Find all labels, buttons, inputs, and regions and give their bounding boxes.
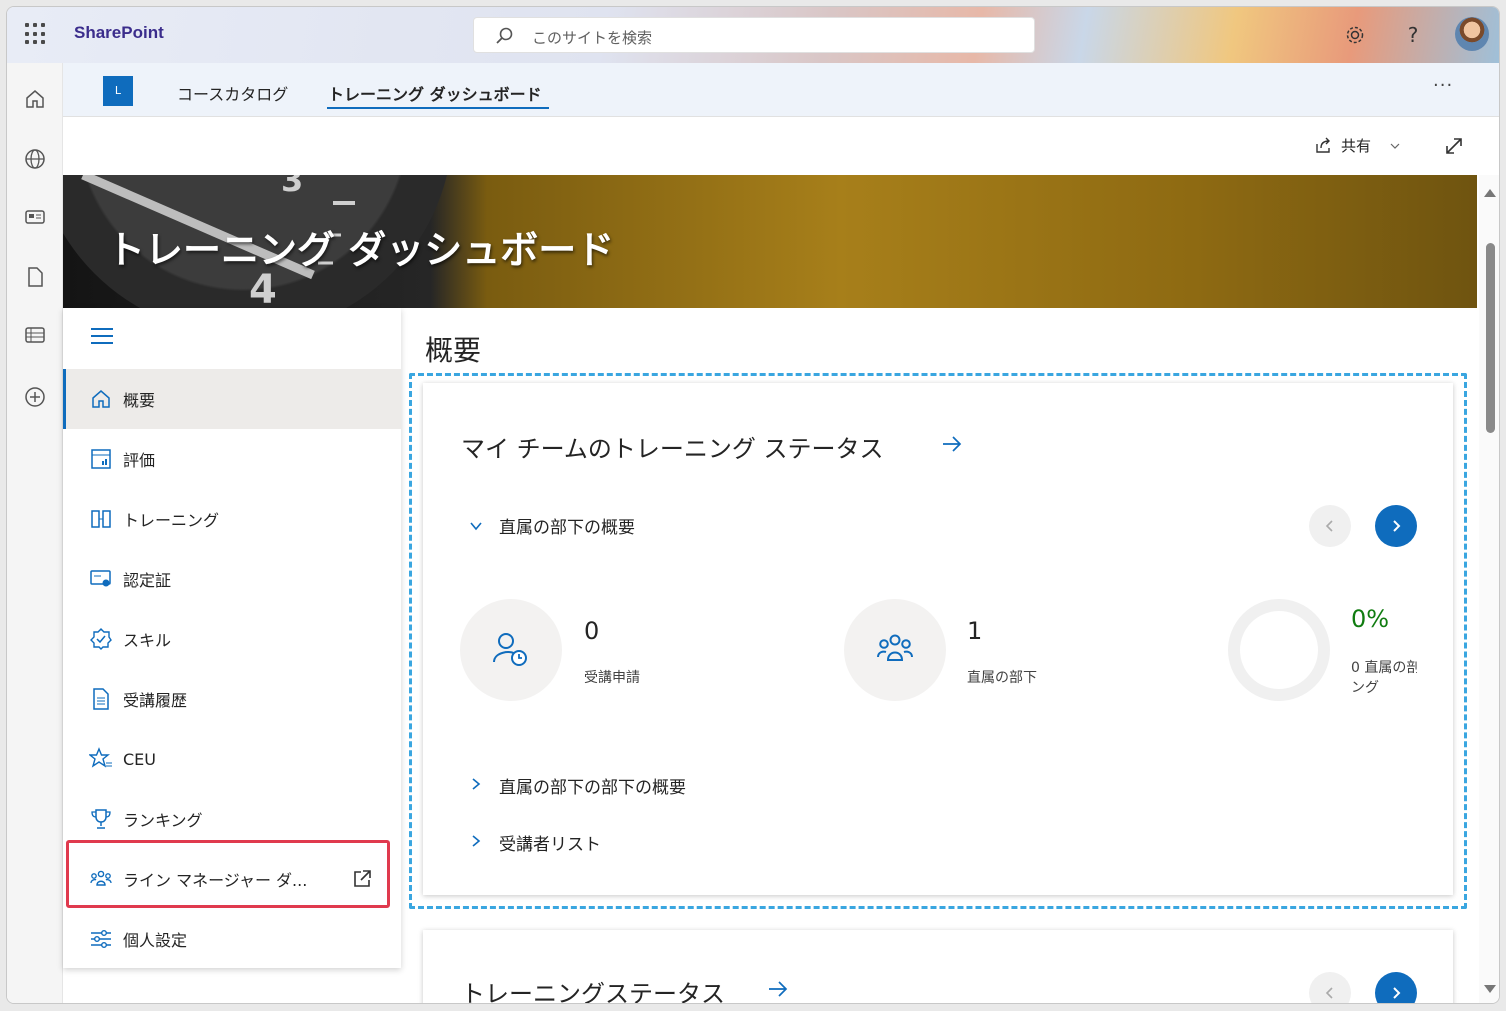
nav-item-ceu[interactable]: CEU (63, 729, 401, 789)
stat-value-enrollment-requests: 0 (584, 617, 600, 645)
chevron-left-icon (1325, 987, 1333, 999)
scroll-thumb[interactable] (1486, 243, 1495, 433)
active-tab-indicator (327, 107, 549, 109)
section-header-direct-reports[interactable]: 直属の部下の概要 (499, 513, 635, 538)
nav-item-label: 認定証 (123, 571, 172, 590)
team-training-status-card: マイ チームのトレーニング ステータス 直属の部下の概要 0 受講申請 1 直属… (423, 383, 1453, 895)
page-banner: 4 3 トレーニング ダッシュボード (63, 175, 1477, 308)
vertical-scrollbar[interactable] (1479, 175, 1499, 1003)
app-rail (7, 63, 63, 1003)
next-button[interactable] (1375, 972, 1417, 1003)
settings-icon[interactable] (1341, 21, 1369, 49)
search-icon (496, 27, 513, 44)
settings-sliders-icon (91, 930, 111, 948)
list-icon[interactable] (23, 323, 47, 347)
nav-item-label: 概要 (123, 391, 156, 410)
search-box[interactable]: このサイトを検索 (473, 17, 1035, 53)
card-title[interactable]: マイ チームのトレーニング ステータス (461, 429, 884, 464)
certificate-icon (90, 570, 111, 587)
chevron-down-icon[interactable] (469, 519, 483, 533)
trophy-icon (91, 809, 111, 829)
scroll-down-arrow[interactable] (1484, 985, 1496, 993)
person-clock-icon (493, 633, 527, 666)
share-button[interactable]: 共有 (1313, 135, 1401, 156)
skill-badge-icon (90, 628, 112, 650)
globe-icon[interactable] (23, 147, 47, 171)
highlight-annotation-red (66, 840, 390, 908)
hub-link-course-catalog[interactable]: コースカタログ (177, 81, 288, 105)
card-title[interactable]: トレーニングステータス (461, 974, 725, 1003)
svg-text:3: 3 (281, 175, 303, 199)
chevron-left-icon (1325, 520, 1333, 532)
share-label: 共有 (1341, 137, 1372, 155)
nav-item-history[interactable]: 受講履歴 (63, 669, 401, 729)
nav-item-label: CEU (123, 749, 156, 769)
nav-item-label: 評価 (123, 451, 156, 470)
app-launcher-icon[interactable] (25, 23, 47, 45)
nav-item-assessment[interactable]: 評価 (63, 429, 401, 489)
stat-label-direct-reports: 直属の部下 (967, 670, 1037, 686)
progress-ring (1228, 599, 1330, 701)
expand-icon[interactable] (1443, 135, 1465, 157)
chevron-right-icon[interactable] (469, 834, 483, 848)
nav-item-skills[interactable]: スキル (63, 609, 401, 669)
nav-item-certificates[interactable]: 認定証 (63, 549, 401, 609)
hamburger-menu-icon[interactable] (91, 328, 113, 344)
section-header-learner-list[interactable]: 受講者リスト (499, 830, 601, 855)
app-name[interactable]: SharePoint (74, 23, 164, 43)
stat-value-direct-reports: 1 (967, 617, 983, 645)
star-list-icon (89, 747, 112, 768)
nav-item-label: 受講履歴 (123, 691, 188, 710)
history-document-icon (93, 688, 109, 710)
chevron-down-icon (1390, 143, 1400, 149)
site-logo[interactable]: L (103, 76, 133, 106)
stat-icon-circle (844, 599, 946, 701)
document-icon[interactable] (23, 265, 47, 289)
previous-button[interactable] (1309, 505, 1351, 547)
stat-label-training-line2: ング (1351, 680, 1379, 696)
add-circle-icon[interactable] (23, 385, 47, 409)
nav-item-label: トレーニング (123, 511, 220, 530)
people-team-icon (877, 634, 913, 661)
chevron-right-icon (1393, 987, 1401, 999)
stat-label-training-line1: 0 直属の剖 (1351, 660, 1417, 676)
nav-item-label: スキル (123, 631, 172, 650)
browser-frame: SharePoint このサイトを検索 ? L コースカタログ トレーニング ダ… (6, 6, 1500, 1004)
hub-navigation: L コースカタログ トレーニング ダッシュボード ··· (63, 63, 1499, 117)
book-icon (91, 510, 111, 528)
home-icon (92, 390, 110, 408)
search-input[interactable]: このサイトを検索 (532, 27, 652, 48)
stat-value-training-percent: 0% (1351, 605, 1390, 633)
next-button[interactable] (1375, 505, 1417, 547)
help-icon[interactable]: ? (1399, 21, 1427, 49)
chevron-right-icon[interactable] (469, 777, 483, 791)
nav-item-personal-settings[interactable]: 個人設定 (63, 909, 401, 969)
avatar[interactable] (1455, 17, 1489, 51)
share-icon (1316, 137, 1330, 153)
page-title: 概要 (425, 334, 482, 367)
left-navigation: 概要 評価 トレーニング 認定証 スキル 受講履歴 CEU ランキング ライン … (63, 308, 401, 968)
suite-bar: SharePoint このサイトを検索 ? (7, 7, 1499, 63)
assessment-icon (91, 449, 111, 469)
scroll-up-arrow[interactable] (1484, 189, 1496, 197)
stat-icon-circle (460, 599, 562, 701)
more-options-icon[interactable]: ··· (1433, 75, 1453, 96)
nav-item-label: 個人設定 (123, 931, 188, 950)
section-header-indirect-reports[interactable]: 直属の部下の部下の概要 (499, 773, 686, 798)
arrow-right-icon[interactable] (767, 978, 789, 1000)
nav-item-training[interactable]: トレーニング (63, 489, 401, 549)
arrow-right-icon[interactable] (941, 433, 963, 455)
command-bar: 共有 (63, 117, 1499, 175)
training-status-card: トレーニングステータス (423, 930, 1453, 1003)
previous-button[interactable] (1309, 972, 1351, 1003)
hub-link-training-dashboard[interactable]: トレーニング ダッシュボード (328, 81, 542, 105)
stat-label-enrollment-requests: 受講申請 (584, 670, 640, 686)
banner-title: トレーニング ダッシュボード (107, 228, 615, 272)
news-icon[interactable] (23, 205, 47, 229)
home-icon[interactable] (23, 87, 47, 111)
nav-item-label: ランキング (123, 811, 203, 830)
chevron-right-icon (1393, 520, 1401, 532)
nav-item-overview[interactable]: 概要 (63, 369, 401, 429)
